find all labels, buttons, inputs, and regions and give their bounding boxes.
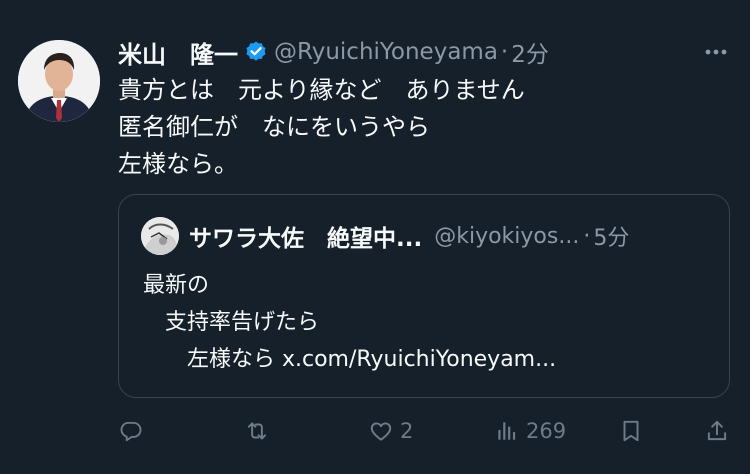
quoted-header-separator: ·	[583, 223, 591, 249]
heart-icon	[368, 418, 394, 444]
quoted-text-line: 左様なら x.com/RyuichiYoneyam...	[143, 347, 557, 372]
quoted-tweet-header: サワラ大佐 絶望中... @kiyokiyos... · 5分	[189, 217, 711, 255]
tweet-card[interactable]: 米山 隆一 @RyuichiYoneyama · 2分 貴方とは 元より縁など …	[0, 0, 750, 474]
author-handle[interactable]: @RyuichiYoneyama	[274, 39, 498, 65]
verified-badge-icon	[244, 40, 268, 64]
author-avatar[interactable]	[18, 40, 100, 122]
views-count: 269	[526, 419, 567, 443]
bookmark-icon	[618, 418, 644, 444]
action-bar: 2 269	[118, 414, 732, 448]
views-chart-icon	[494, 418, 520, 444]
header-separator: ·	[500, 39, 509, 65]
quoted-text-line: 最新の	[143, 273, 210, 298]
quoted-tweet-time[interactable]: 5分	[593, 220, 629, 252]
quoted-tweet[interactable]: サワラ大佐 絶望中... @kiyokiyos... · 5分 最新の 支持率告…	[118, 194, 730, 398]
quoted-tweet-text: 最新の 支持率告げたら 左様なら x.com/RyuichiYoneyam...	[143, 267, 556, 378]
bookmark-button[interactable]	[618, 414, 644, 448]
tweet-text-line: 貴方とは 元より縁など ありません	[118, 76, 525, 104]
reply-icon	[118, 418, 144, 444]
reply-button[interactable]	[118, 414, 144, 448]
more-options-icon[interactable]	[700, 40, 732, 64]
tweet-time[interactable]: 2分	[511, 35, 549, 69]
like-count: 2	[400, 419, 414, 443]
author-name[interactable]: 米山 隆一	[118, 35, 238, 70]
quoted-text-line: 支持率告げたら	[143, 310, 320, 335]
views-button[interactable]: 269	[494, 414, 566, 448]
tweet-text: 貴方とは 元より縁など ありません 匿名御仁が なにをいうやら 左様なら。	[118, 72, 525, 183]
like-button[interactable]: 2	[368, 414, 413, 448]
tweet-text-line: 左様なら。	[118, 150, 238, 178]
share-button[interactable]	[704, 414, 730, 448]
quoted-author-name[interactable]: サワラ大佐 絶望中...	[189, 219, 422, 253]
share-icon	[704, 418, 730, 444]
retweet-icon	[244, 418, 270, 444]
retweet-button[interactable]	[244, 414, 270, 448]
tweet-text-line: 匿名御仁が なにをいうやら	[118, 113, 430, 141]
quoted-author-avatar[interactable]	[141, 217, 179, 255]
quoted-author-handle[interactable]: @kiyokiyos...	[434, 224, 579, 249]
tweet-header: 米山 隆一 @RyuichiYoneyama · 2分	[118, 34, 732, 70]
